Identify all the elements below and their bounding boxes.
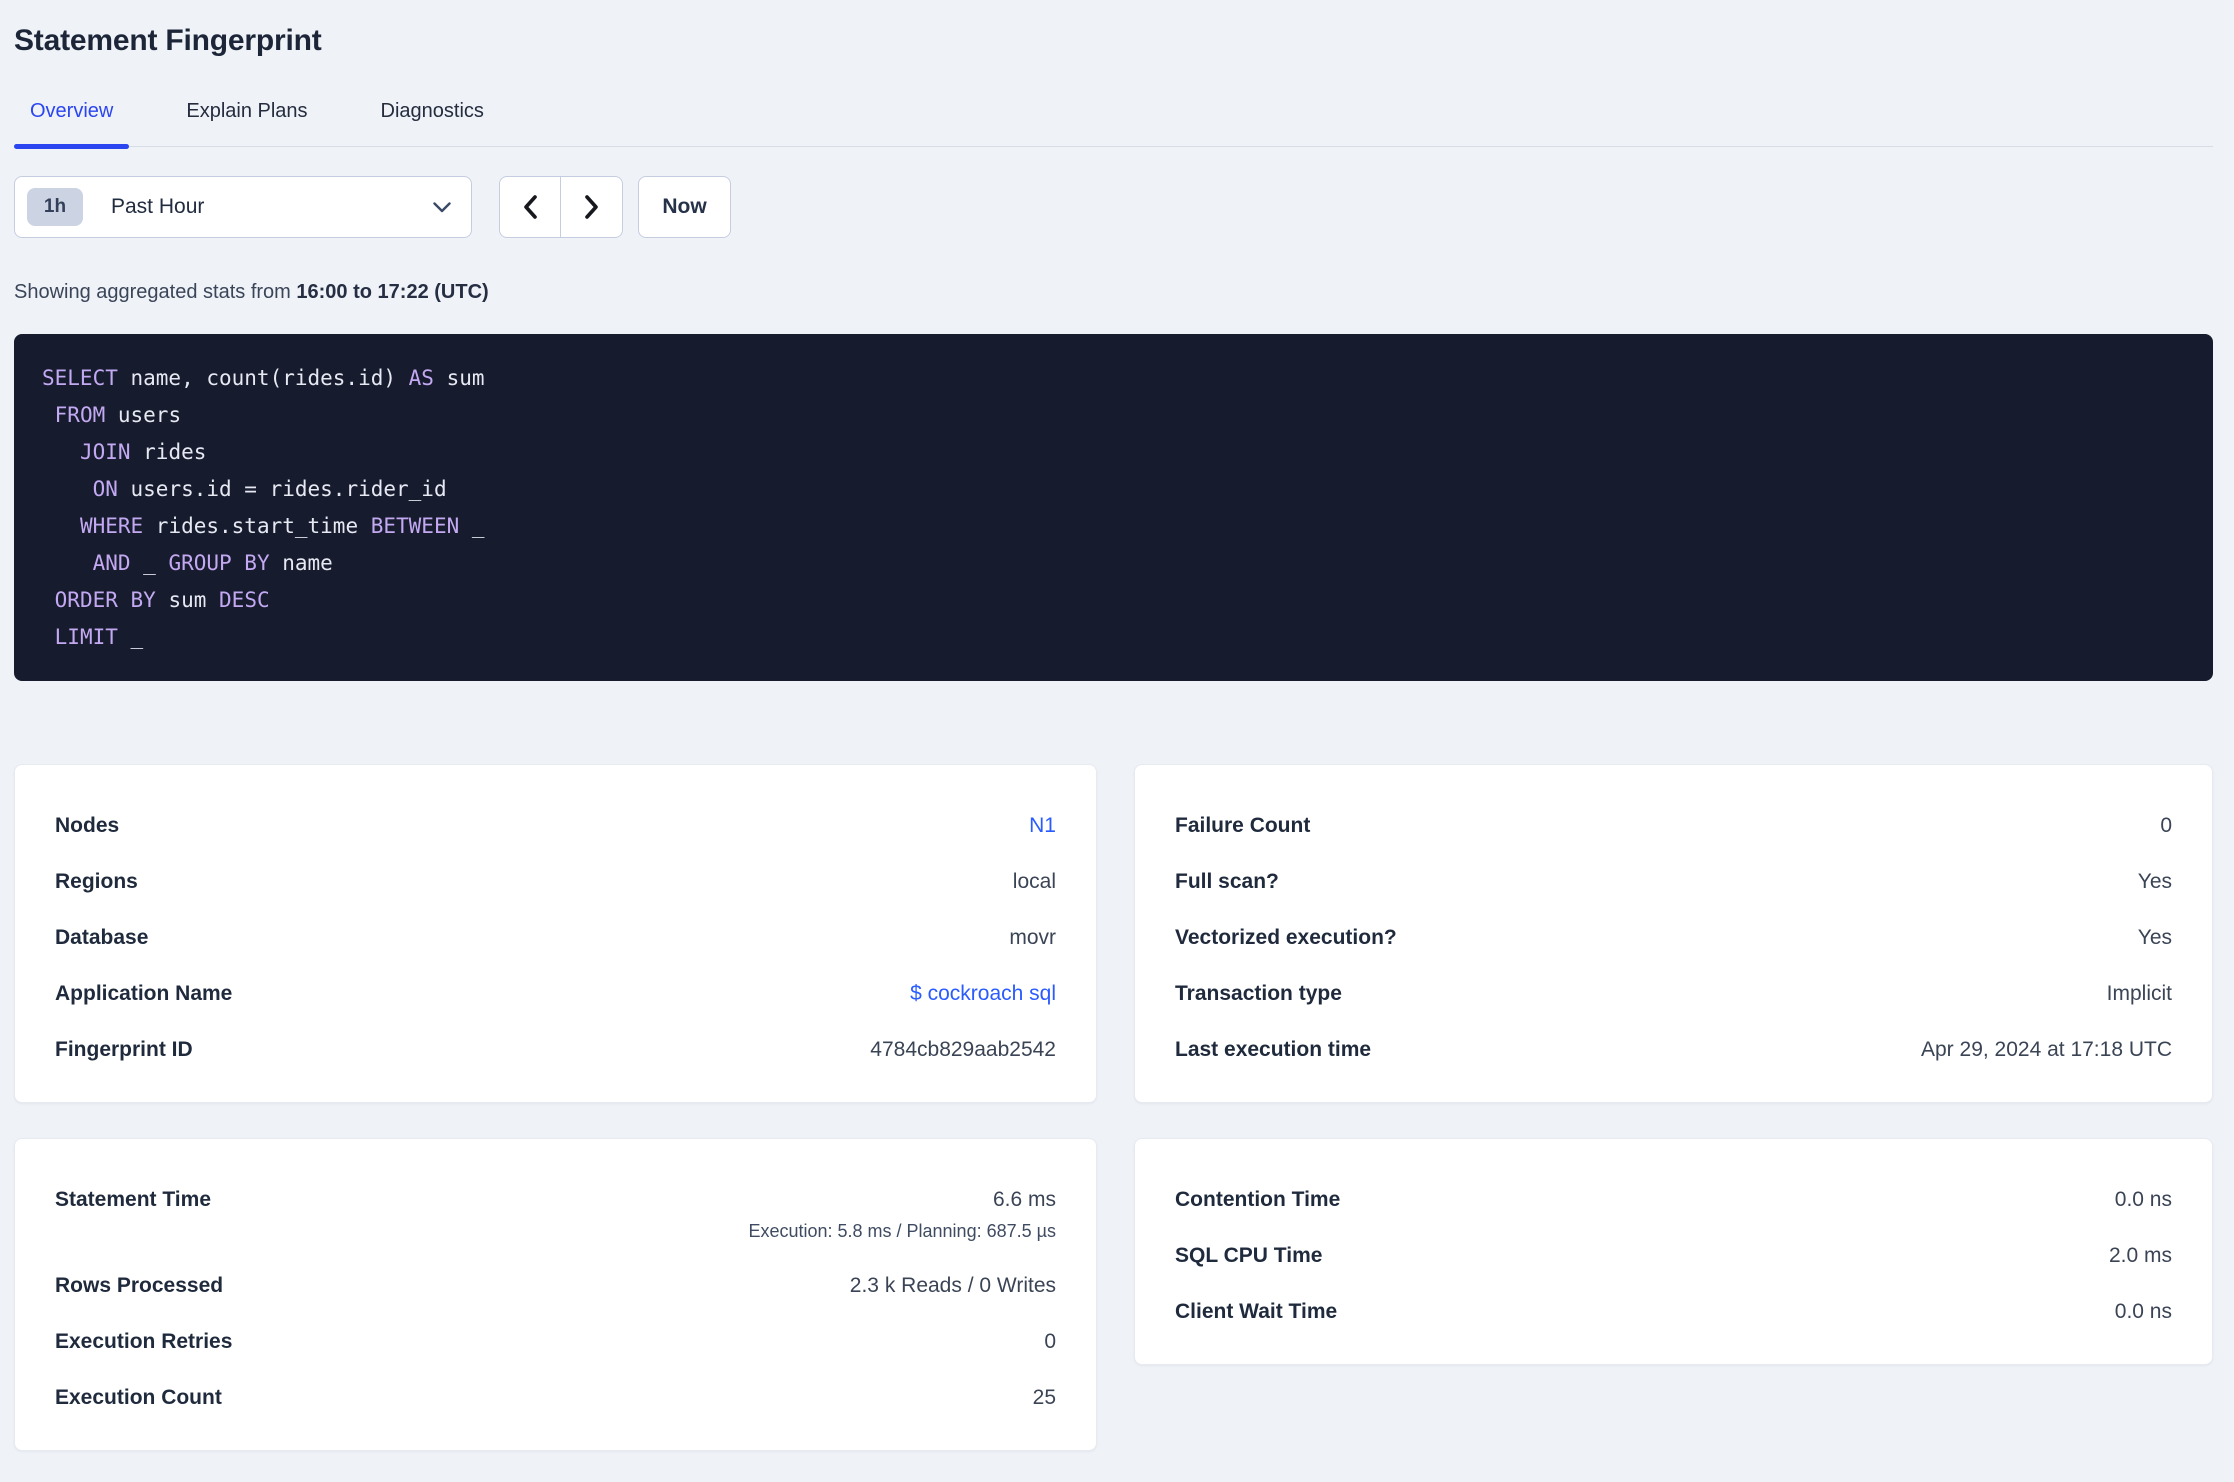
statement-time-breakdown: Execution: 5.8 ms / Planning: 687.5 µs <box>748 1221 1056 1241</box>
aggregation-summary-range: 16:00 to 17:22 (UTC) <box>296 281 489 303</box>
next-interval-button[interactable] <box>561 177 622 237</box>
time-controls: 1h Past Hour Now <box>14 176 2213 238</box>
chevron-right-icon <box>584 195 599 219</box>
statement-fingerprint-page: Statement Fingerprint Overview Explain P… <box>0 24 2234 1451</box>
chevron-left-icon <box>523 195 537 219</box>
application-name-label: Application Name <box>55 982 233 1005</box>
contention-time-label: Contention Time <box>1175 1188 1341 1211</box>
last-execution-time-label: Last execution time <box>1175 1038 1372 1061</box>
rows-processed-label: Rows Processed <box>55 1274 224 1297</box>
execution-count-label: Execution Count <box>55 1386 222 1409</box>
kv-row-execution-retries: Execution Retries 0 <box>55 1329 1056 1354</box>
execution-count-value: 25 <box>1032 1386 1056 1409</box>
kv-row-regions: Regions local <box>55 869 1056 894</box>
sql-line: FROM users <box>54 403 182 427</box>
client-wait-time-value: 0.0 ns <box>2114 1300 2172 1323</box>
database-value: movr <box>1009 926 1056 949</box>
kv-row-last-execution-time: Last execution time Apr 29, 2024 at 17:1… <box>1175 1037 2172 1062</box>
transaction-type-value: Implicit <box>2106 982 2172 1005</box>
kv-row-sql-cpu-time: SQL CPU Time 2.0 ms <box>1175 1243 2172 1268</box>
fingerprint-id-value: 4784cb829aab2542 <box>870 1038 1056 1061</box>
time-range-dropdown[interactable]: 1h Past Hour <box>14 176 472 238</box>
kv-row-execution-count: Execution Count 25 <box>55 1385 1056 1410</box>
sql-cpu-time-value: 2.0 ms <box>2108 1244 2172 1267</box>
failure-count-value: 0 <box>2160 814 2172 837</box>
statement-time-values: 6.6 ms Execution: 5.8 ms / Planning: 687… <box>748 1187 1056 1242</box>
sql-line: JOIN rides <box>79 440 207 464</box>
kv-row-contention-time: Contention Time 0.0 ns <box>1175 1187 2172 1212</box>
kv-row-rows-processed: Rows Processed 2.3 k Reads / 0 Writes <box>55 1273 1056 1298</box>
previous-interval-button[interactable] <box>500 177 561 237</box>
aggregation-summary: Showing aggregated stats from 16:00 to 1… <box>14 281 2213 304</box>
sql-line: LIMIT _ <box>54 625 144 649</box>
application-name-link[interactable]: $ cockroach sql <box>910 981 1056 1006</box>
kv-row-nodes: Nodes N1 <box>55 813 1056 838</box>
execution-retries-value: 0 <box>1044 1330 1056 1353</box>
kv-row-transaction-type: Transaction type Implicit <box>1175 981 2172 1006</box>
kv-row-client-wait-time: Client Wait Time 0.0 ns <box>1175 1299 2172 1324</box>
client-wait-time-label: Client Wait Time <box>1175 1300 1338 1323</box>
failure-count-label: Failure Count <box>1175 814 1311 837</box>
statement-time-value: 6.6 ms <box>992 1188 1056 1211</box>
card-execution-attributes: Failure Count 0 Full scan? Yes Vectorize… <box>1134 764 2213 1103</box>
contention-time-value: 0.0 ns <box>2114 1188 2172 1211</box>
kv-row-application-name: Application Name $ cockroach sql <box>55 981 1056 1006</box>
regions-value: local <box>1012 870 1056 893</box>
sql-line: WHERE rides.start_time BETWEEN _ <box>79 514 485 538</box>
transaction-type-label: Transaction type <box>1175 982 1342 1005</box>
sql-statement-box: SELECT name, count(rides.id) AS sum FROM… <box>14 334 2213 681</box>
sql-line: ON users.id = rides.rider_id <box>92 477 447 501</box>
rows-processed-value: 2.3 k Reads / 0 Writes <box>849 1274 1056 1297</box>
sql-cpu-time-label: SQL CPU Time <box>1175 1244 1323 1267</box>
full-scan-value: Yes <box>2137 870 2172 893</box>
now-button[interactable]: Now <box>638 176 731 238</box>
sql-line: AND _ GROUP BY name <box>92 551 333 575</box>
kv-row-full-scan: Full scan? Yes <box>1175 869 2172 894</box>
nodes-link[interactable]: N1 <box>1029 813 1056 838</box>
kv-row-vectorized-execution: Vectorized execution? Yes <box>1175 925 2172 950</box>
regions-label: Regions <box>55 870 138 893</box>
last-execution-time-value: Apr 29, 2024 at 17:18 UTC <box>1921 1038 2172 1061</box>
execution-retries-label: Execution Retries <box>55 1330 233 1353</box>
vectorized-execution-label: Vectorized execution? <box>1175 926 1397 949</box>
interval-stepper <box>499 176 623 238</box>
chevron-down-icon <box>433 201 451 213</box>
tab-bar: Overview Explain Plans Diagnostics <box>14 98 2213 149</box>
vectorized-execution-value: Yes <box>2137 926 2172 949</box>
time-range-label: Past Hour <box>111 195 205 218</box>
database-label: Database <box>55 926 149 949</box>
kv-row-fingerprint-id: Fingerprint ID 4784cb829aab2542 <box>55 1037 1056 1062</box>
aggregation-summary-prefix: Showing aggregated stats from <box>14 281 297 303</box>
kv-row-statement-time: Statement Time 6.6 ms Execution: 5.8 ms … <box>55 1187 1056 1242</box>
full-scan-label: Full scan? <box>1175 870 1279 893</box>
summary-cards: Nodes N1 Regions local Database movr App… <box>14 764 2213 1451</box>
page-title: Statement Fingerprint <box>14 24 322 57</box>
tab-overview[interactable]: Overview <box>14 98 130 149</box>
fingerprint-id-label: Fingerprint ID <box>55 1038 193 1061</box>
sql-line: ORDER BY sum DESC <box>54 588 270 612</box>
statement-time-label: Statement Time <box>55 1188 211 1211</box>
card-statement-details: Nodes N1 Regions local Database movr App… <box>14 764 1097 1103</box>
card-statement-stats: Statement Time 6.6 ms Execution: 5.8 ms … <box>14 1138 1097 1451</box>
kv-row-failure-count: Failure Count 0 <box>1175 813 2172 838</box>
card-time-stats: Contention Time 0.0 ns SQL CPU Time 2.0 … <box>1134 1138 2213 1365</box>
tab-explain-plans[interactable]: Explain Plans <box>170 98 323 146</box>
tab-diagnostics[interactable]: Diagnostics <box>365 98 500 146</box>
nodes-label: Nodes <box>55 814 120 837</box>
kv-row-database: Database movr <box>55 925 1056 950</box>
time-interval-badge: 1h <box>27 188 83 226</box>
sql-line: SELECT name, count(rides.id) AS sum <box>42 366 485 390</box>
